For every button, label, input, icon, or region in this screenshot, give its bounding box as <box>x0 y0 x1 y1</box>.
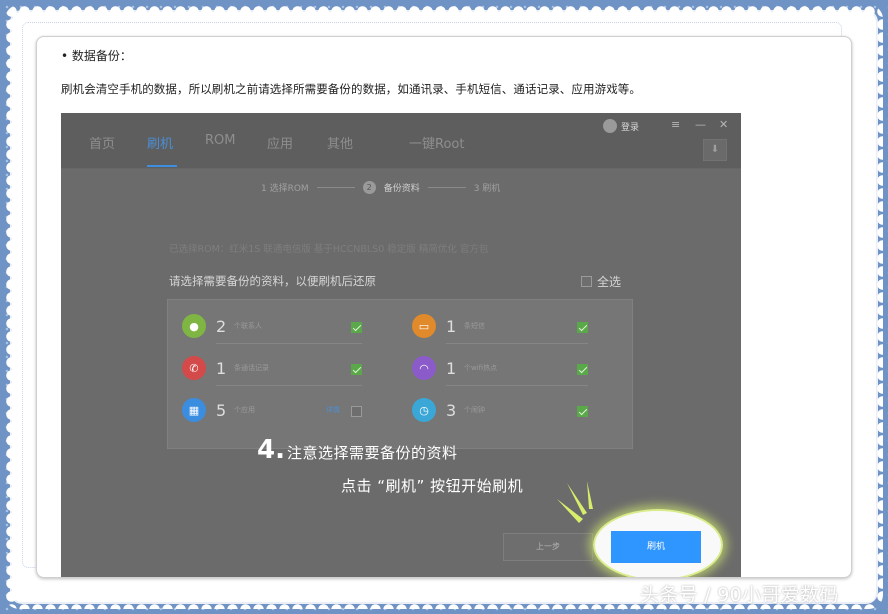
tutorial-caption-line2: 点击 “刷机” 按钮开始刷机 <box>341 477 524 495</box>
watermark-text: 头条号 / 90小哥爱数码 <box>640 584 839 606</box>
previous-step-button[interactable]: 上一步 <box>503 533 593 561</box>
menu-icon[interactable]: ≡ <box>671 118 680 131</box>
selected-rom-info: 已选择ROM：红米1S 联通电信版 基于HCCNBLS0 稳定版 精简优化 官方… <box>169 244 489 255</box>
tab-rom[interactable]: ROM <box>205 133 235 148</box>
item-checkbox[interactable] <box>351 406 362 417</box>
select-all-label: 全选 <box>597 275 622 289</box>
item-label: 个联系人 <box>234 322 262 330</box>
item-count: 3 <box>446 400 457 420</box>
item-label: 个闹钟 <box>464 406 485 414</box>
step-2-label: 备份资料 <box>383 184 420 194</box>
item-count: 1 <box>216 358 227 378</box>
app-screenshot: 首页 刷机 ROM 应用 其他 一键Root 登录 ≡ — ✕ ⬇ 1 选择RO… <box>61 113 741 577</box>
flash-button[interactable]: 刷机 <box>611 531 701 563</box>
item-checkbox[interactable] <box>351 364 362 375</box>
select-all-toggle[interactable]: 全选 <box>581 273 621 290</box>
item-label: 个wifi热点 <box>464 364 498 372</box>
login-button[interactable]: 登录 <box>603 119 639 133</box>
download-icon[interactable]: ⬇ <box>703 139 727 161</box>
backup-item-contacts[interactable]: ● 2 个联系人 <box>182 308 362 344</box>
login-label: 登录 <box>621 122 640 133</box>
active-tab-indicator <box>147 165 177 167</box>
app-topbar: 首页 刷机 ROM 应用 其他 一键Root 登录 ≡ — ✕ ⬇ <box>61 113 741 169</box>
backup-item-apps[interactable]: ▦ 5 个应用 详情 <box>182 392 362 428</box>
close-icon[interactable]: ✕ <box>719 118 728 131</box>
backup-items-panel: ● 2 个联系人 ✆ 1 条通话记录 ▦ 5 个应用 详情 ▭ 1 条短信 ◠ … <box>167 299 633 449</box>
backup-item-alarms[interactable]: ◷ 3 个闹钟 <box>412 392 588 428</box>
backup-item-call-log[interactable]: ✆ 1 条通话记录 <box>182 350 362 386</box>
tutorial-caption-line1: 4. 注意选择需要备份的资料 <box>257 435 457 465</box>
backup-item-sms[interactable]: ▭ 1 条短信 <box>412 308 588 344</box>
item-label: 个应用 <box>234 406 255 414</box>
tab-one-click-root[interactable]: 一键Root <box>409 133 464 152</box>
backup-item-wifi[interactable]: ◠ 1 个wifi热点 <box>412 350 588 386</box>
tab-flash[interactable]: 刷机 <box>147 133 173 152</box>
item-checkbox[interactable] <box>577 322 588 333</box>
tab-other[interactable]: 其他 <box>327 133 353 152</box>
item-label: 条通话记录 <box>234 364 269 372</box>
item-divider <box>446 385 588 386</box>
item-divider <box>446 343 588 344</box>
tab-apps[interactable]: 应用 <box>267 133 293 152</box>
apps-details-link[interactable]: 详情 <box>326 405 340 415</box>
item-divider <box>216 343 362 344</box>
step-connector <box>316 187 355 188</box>
tutorial-caption-text: 注意选择需要备份的资料 <box>286 444 458 462</box>
article-card: • 数据备份： 刷机会清空手机的数据，所以刷机之前请选择所需要备份的数据，如通讯… <box>36 36 852 578</box>
step-connector <box>427 187 466 188</box>
step-indicator: 1 选择ROM 2 备份资料 3 刷机 <box>261 181 500 194</box>
item-checkbox[interactable] <box>577 364 588 375</box>
tab-home[interactable]: 首页 <box>89 133 115 152</box>
item-count: 1 <box>446 316 457 336</box>
step-3-label: 3 刷机 <box>473 184 501 194</box>
item-count: 1 <box>446 358 457 378</box>
person-icon: ● <box>182 314 206 338</box>
wifi-icon: ◠ <box>412 356 436 380</box>
tutorial-step-number: 4. <box>257 435 285 465</box>
minimize-icon[interactable]: — <box>695 118 706 131</box>
item-count: 5 <box>216 400 227 420</box>
highlight-rays-icon <box>557 481 593 523</box>
section-heading: • 数据备份： <box>61 49 132 63</box>
message-icon: ▭ <box>412 314 436 338</box>
section-description: 刷机会清空手机的数据，所以刷机之前请选择所需要备份的数据，如通讯录、手机短信、通… <box>61 82 641 96</box>
item-count: 2 <box>216 316 227 336</box>
item-checkbox[interactable] <box>577 406 588 417</box>
select-all-checkbox[interactable] <box>581 276 592 287</box>
item-checkbox[interactable] <box>351 322 362 333</box>
item-label: 条短信 <box>464 322 485 330</box>
alarm-icon: ◷ <box>412 398 436 422</box>
step-2-number: 2 <box>362 181 376 194</box>
backup-choose-title: 请选择需要备份的资料，以便刷机后还原 <box>169 274 376 288</box>
apps-icon: ▦ <box>182 398 206 422</box>
step-1-label: 1 选择ROM <box>261 184 309 194</box>
phone-icon: ✆ <box>182 356 206 380</box>
avatar-icon <box>603 119 617 133</box>
item-divider <box>216 385 362 386</box>
